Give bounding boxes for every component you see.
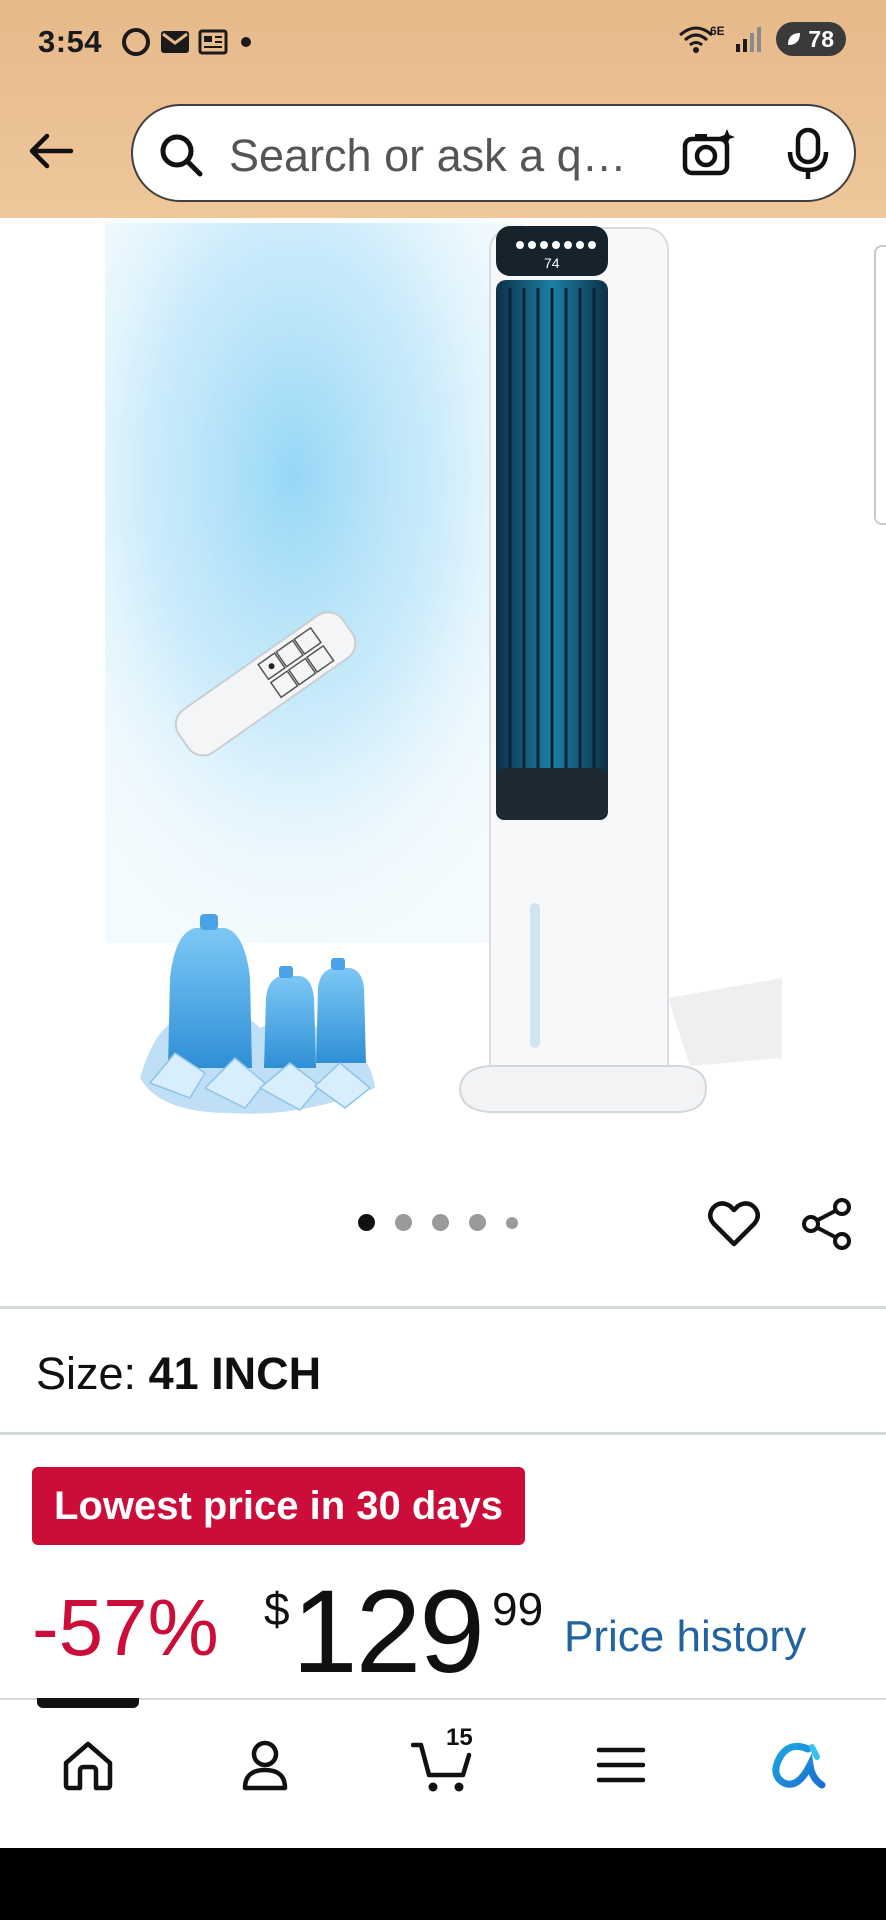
image-carousel-dots: [358, 1214, 518, 1231]
next-image-peek[interactable]: [874, 245, 886, 525]
camera-search-icon[interactable]: [681, 126, 737, 182]
back-button[interactable]: [24, 124, 78, 178]
product-image[interactable]: 74: [0, 218, 886, 1148]
cart-count-badge: 15: [446, 1724, 473, 1751]
search-icon: [160, 134, 203, 177]
battery-level: 78: [808, 25, 834, 52]
share-icon: [802, 1198, 851, 1250]
svg-text:74: 74: [544, 255, 560, 271]
back-arrow-icon: [29, 133, 74, 169]
battery-indicator: 78: [776, 22, 846, 56]
system-navigation-bar: [0, 1848, 886, 1920]
price-history-link[interactable]: Price history: [564, 1612, 806, 1662]
wifi-icon: 6E: [679, 24, 724, 53]
section-divider: [0, 1306, 886, 1309]
price-block: -57% $ 129 99 Price history: [32, 1566, 882, 1698]
wishlist-button[interactable]: [706, 1196, 762, 1252]
status-system-icons: 6E 78: [676, 22, 846, 56]
size-selector[interactable]: Size: 41 INCH: [36, 1348, 321, 1400]
nav-menu[interactable]: [586, 1730, 656, 1800]
carousel-dot: [469, 1214, 486, 1231]
nav-account[interactable]: [230, 1730, 300, 1800]
section-divider: [0, 1432, 886, 1435]
news-icon: [198, 29, 228, 55]
product-photo: 74: [105, 223, 782, 1114]
battery-saver-icon: [788, 33, 801, 45]
dot-indicator-icon: [241, 37, 251, 47]
heart-icon: [708, 1201, 760, 1247]
nav-rufus[interactable]: [763, 1730, 833, 1800]
status-time: 3:54: [38, 24, 103, 59]
mail-icon: [161, 31, 189, 53]
bottom-navigation: 15: [0, 1698, 886, 1848]
carousel-dot: [395, 1214, 412, 1231]
deal-badge-text: Lowest price in 30 days: [53, 1483, 504, 1528]
carousel-dot: [432, 1214, 449, 1231]
status-notification-icons: [120, 26, 256, 58]
nav-cart[interactable]: 15: [408, 1724, 478, 1800]
price-fraction: 99: [492, 1583, 544, 1635]
search-bar[interactable]: Search or ask a q…: [131, 104, 856, 202]
signal-icon: [736, 27, 762, 52]
deal-badge: Lowest price in 30 days: [32, 1467, 525, 1545]
microphone-icon[interactable]: [783, 126, 833, 182]
sync-icon: [122, 28, 150, 56]
discount-percentage: -57%: [32, 1583, 219, 1672]
price-whole: 129: [292, 1566, 485, 1698]
carousel-dot-active: [358, 1214, 375, 1231]
header-band: 3:54 6E 78 Search or ask a q…: [0, 0, 886, 218]
size-label: Size:: [36, 1348, 137, 1399]
carousel-dot: [506, 1216, 518, 1229]
nav-home[interactable]: [53, 1730, 123, 1800]
home-icon: [63, 1741, 113, 1791]
rufus-icon: [772, 1742, 826, 1789]
size-value: 41 INCH: [148, 1348, 322, 1399]
network-label: 6E: [710, 24, 724, 38]
share-button[interactable]: [799, 1196, 855, 1252]
search-input[interactable]: Search or ask a q…: [229, 130, 627, 182]
status-bar: 3:54 6E 78: [0, 0, 886, 86]
active-tab-indicator: [37, 1698, 139, 1708]
account-icon: [242, 1740, 288, 1791]
menu-icon: [596, 1747, 646, 1783]
price-currency: $: [264, 1583, 290, 1635]
